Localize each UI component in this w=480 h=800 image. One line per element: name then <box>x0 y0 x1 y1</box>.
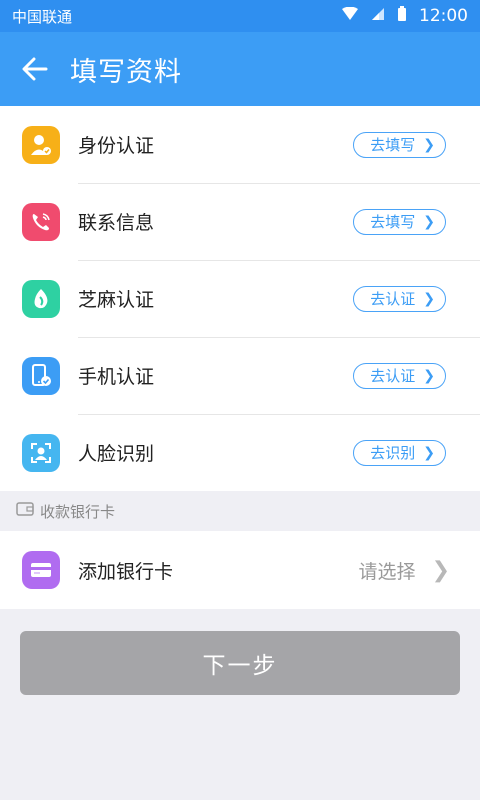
recognize-button[interactable]: 去识别 ❯ <box>353 439 446 466</box>
face-id-icon <box>22 433 60 472</box>
arrow-left-icon <box>22 57 48 81</box>
chevron-right-icon: ❯ <box>431 557 450 583</box>
list-item-label: 人脸识别 <box>78 443 155 465</box>
list-item-identity[interactable]: 身份认证 去填写 ❯ <box>0 106 480 183</box>
list-item-label: 芝麻认证 <box>78 289 155 311</box>
chevron-right-icon: ❯ <box>423 290 435 307</box>
carrier-label: 中国联通 <box>12 7 73 26</box>
next-step-button[interactable]: 下一步 <box>20 631 460 695</box>
list-item-face[interactable]: 人脸识别 去识别 ❯ <box>0 414 480 491</box>
wifi-icon <box>341 6 359 25</box>
next-button-container: 下一步 <box>0 609 480 717</box>
bank-select-value: 请选择 <box>358 560 416 583</box>
list-item-label: 手机认证 <box>78 366 155 388</box>
list-item-mobile[interactable]: 手机认证 去认证 ❯ <box>0 337 480 414</box>
chevron-right-icon: ❯ <box>423 136 435 153</box>
list-item-contact[interactable]: 联系信息 去填写 ❯ <box>0 183 480 260</box>
fill-button[interactable]: 去填写 ❯ <box>353 208 446 235</box>
list-item-sesame[interactable]: 芝麻认证 去认证 ❯ <box>0 260 480 337</box>
sesame-icon <box>22 279 60 318</box>
battery-icon <box>397 6 407 26</box>
add-bank-card-row[interactable]: 添加银行卡 请选择 ❯ <box>0 531 480 609</box>
id-card-icon <box>22 125 60 164</box>
back-button[interactable] <box>0 32 70 106</box>
app-bar: 填写资料 <box>0 32 480 106</box>
chevron-right-icon: ❯ <box>423 213 435 230</box>
chevron-right-icon: ❯ <box>423 367 435 384</box>
verify-button[interactable]: 去认证 ❯ <box>353 362 446 389</box>
verify-button[interactable]: 去认证 ❯ <box>353 285 446 312</box>
page-title: 填写资料 <box>70 56 182 88</box>
phone-contact-icon <box>22 202 60 241</box>
bank-card-icon <box>22 551 60 589</box>
bank-section-header: 收款银行卡 <box>0 491 480 531</box>
status-bar: 中国联通 12:00 <box>0 0 480 32</box>
bank-row-label: 添加银行卡 <box>78 560 174 583</box>
section-title: 收款银行卡 <box>40 502 116 521</box>
verification-list: 身份认证 去填写 ❯ 联系信息 去填写 ❯ 芝麻认证 去认证 ❯ 手机认证 去认… <box>0 106 480 491</box>
signal-icon <box>371 7 385 25</box>
mobile-verify-icon <box>22 356 60 395</box>
list-item-label: 身份认证 <box>78 135 155 157</box>
wallet-icon <box>16 502 34 520</box>
clock: 12:00 <box>419 6 468 26</box>
list-item-label: 联系信息 <box>78 212 155 234</box>
fill-button[interactable]: 去填写 ❯ <box>353 131 446 158</box>
chevron-right-icon: ❯ <box>423 444 435 461</box>
